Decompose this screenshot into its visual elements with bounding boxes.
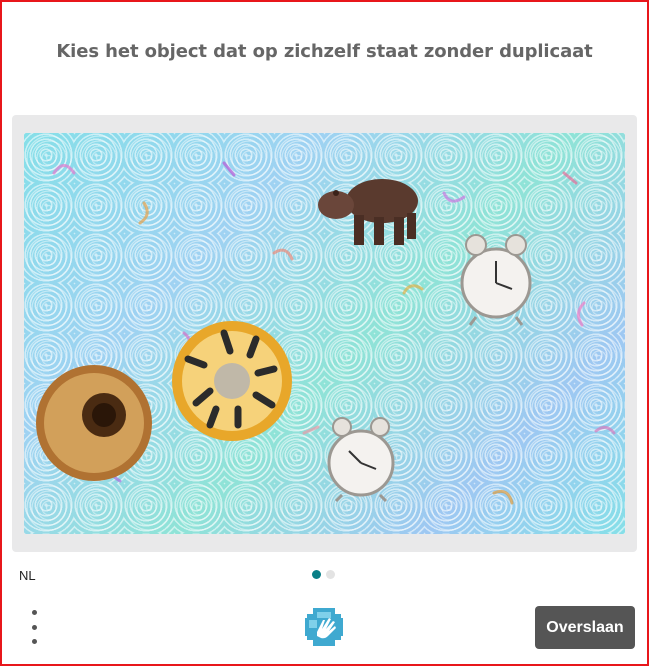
challenge-prompt: Kies het object dat op zichzelf staat zo…: [56, 41, 593, 62]
donut[interactable]: [36, 365, 152, 481]
more-vertical-icon[interactable]: [27, 610, 41, 644]
challenge-image-drawing: [24, 133, 625, 534]
menu-dot: [31, 639, 37, 644]
donut[interactable]: [172, 321, 292, 441]
pagination-dot-1[interactable]: [312, 570, 321, 579]
challenge-image[interactable]: [24, 133, 625, 534]
menu-dot: [31, 624, 37, 630]
hand-logo-icon[interactable]: [303, 606, 345, 648]
language-selector[interactable]: NL: [19, 568, 36, 583]
pagination-dots: [312, 570, 335, 579]
pagination-dot-2[interactable]: [326, 570, 335, 579]
skip-button[interactable]: Overslaan: [535, 606, 635, 649]
menu-dot: [31, 610, 37, 615]
